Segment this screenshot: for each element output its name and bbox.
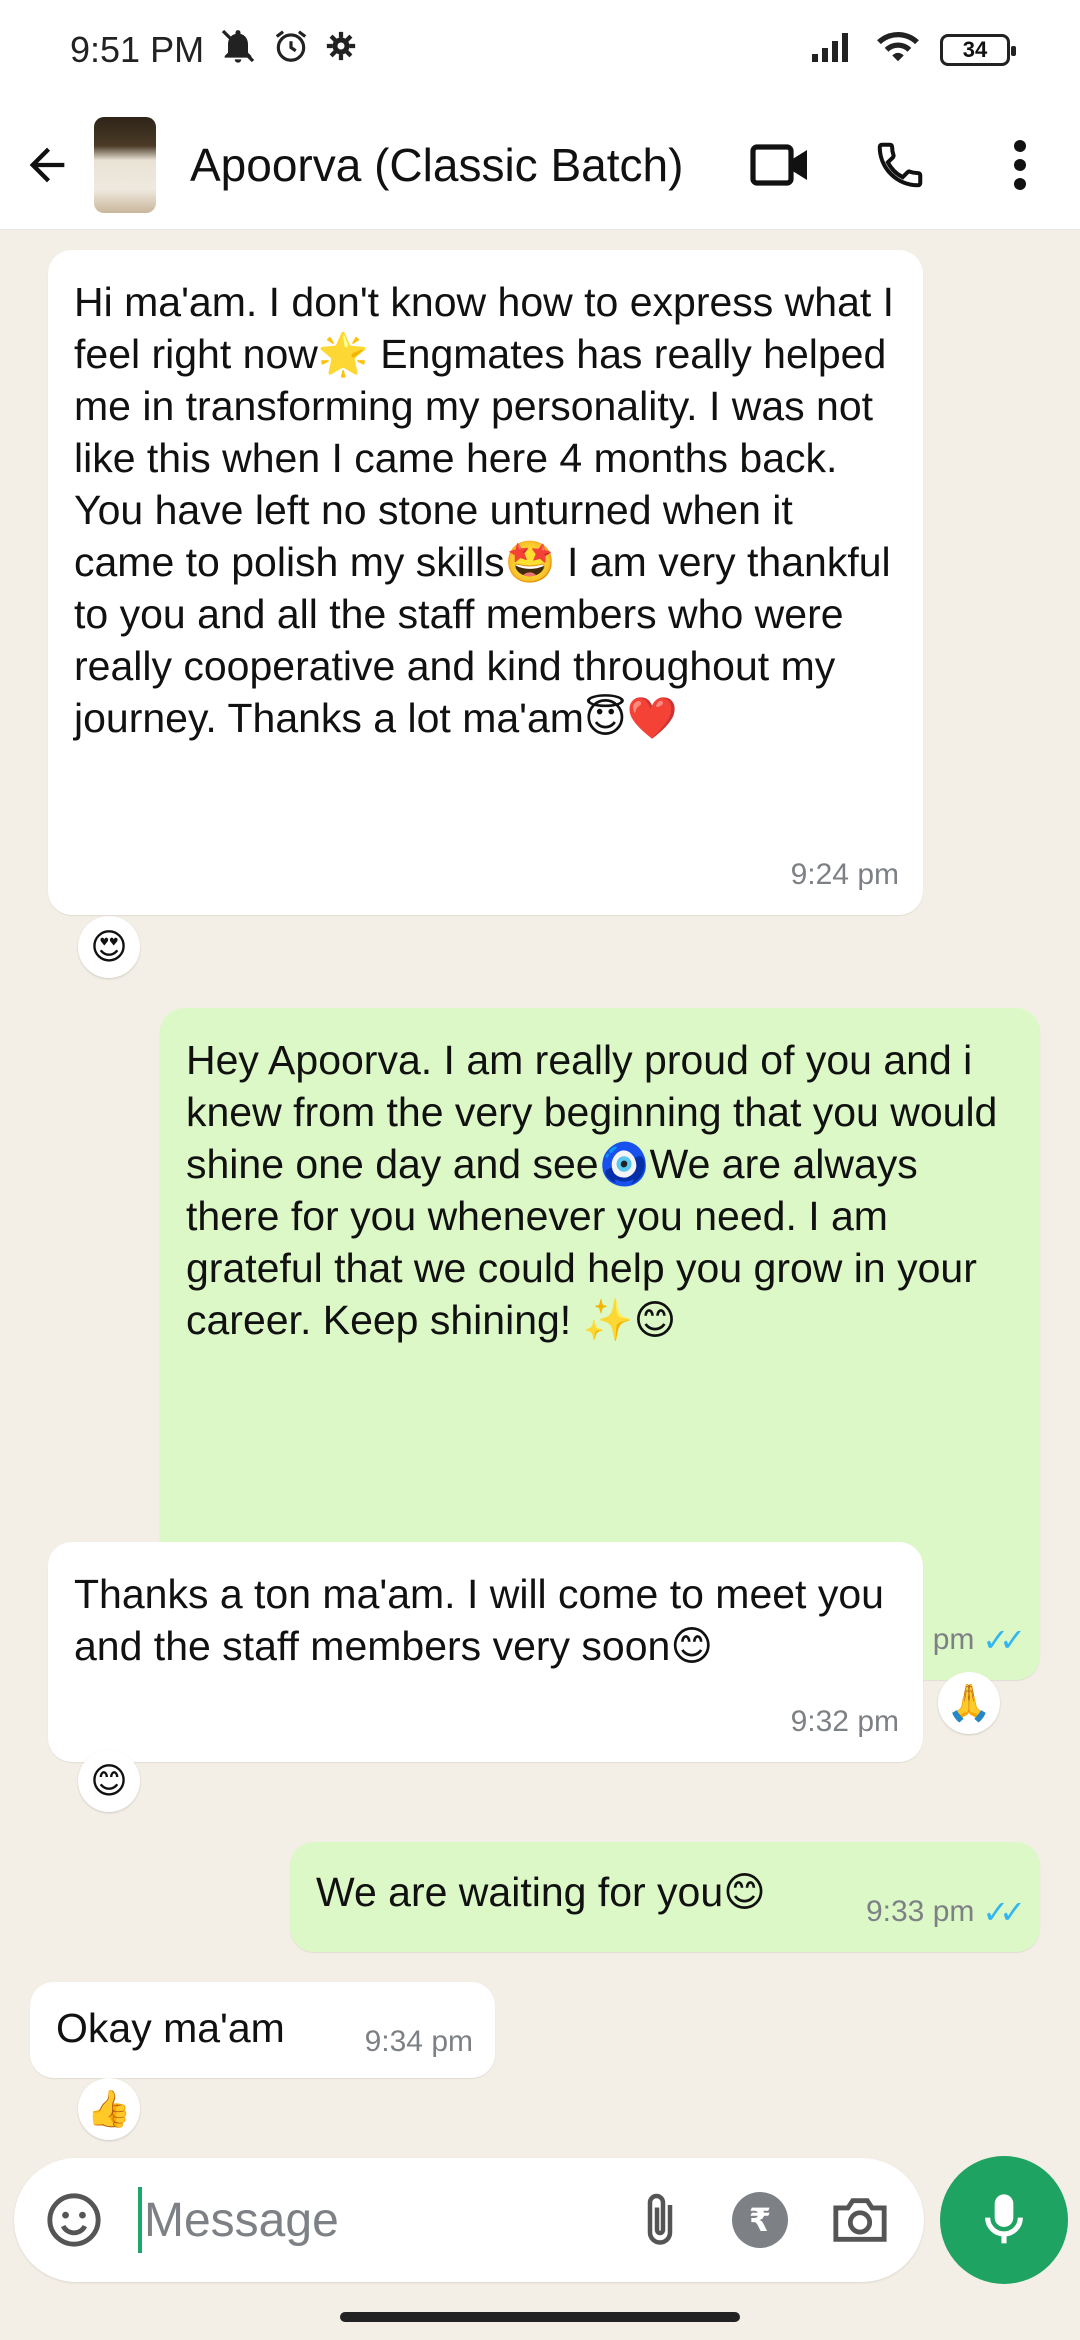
- message-outgoing[interactable]: We are waiting for you😊 9:33 pm ✓✓: [290, 1842, 1040, 1952]
- attach-button[interactable]: [610, 2158, 710, 2282]
- more-vertical-icon: [1014, 139, 1026, 190]
- message-reaction[interactable]: 😍: [78, 916, 140, 978]
- message-reaction[interactable]: 👍: [78, 2078, 140, 2140]
- message-incoming[interactable]: Thanks a ton ma'am. I will come to meet …: [48, 1542, 923, 1762]
- back-button[interactable]: [2, 100, 92, 230]
- message-incoming[interactable]: Okay ma'am 9:34 pm: [30, 1982, 495, 2078]
- gear-icon: [324, 29, 358, 72]
- video-camera-icon: [750, 143, 807, 186]
- voice-call-button[interactable]: [840, 100, 960, 230]
- avatar[interactable]: [92, 100, 158, 230]
- smiley-icon: [47, 2193, 101, 2247]
- home-indicator[interactable]: [340, 2312, 740, 2322]
- alarm-icon: [272, 27, 310, 74]
- message-incoming[interactable]: Hi ma'am. I don't know how to express wh…: [48, 250, 923, 915]
- signal-icon: [810, 28, 856, 73]
- payment-button[interactable]: ₹: [710, 2158, 810, 2282]
- status-bar: 9:51 PM 34: [0, 0, 1080, 100]
- camera-button[interactable]: [810, 2158, 910, 2282]
- message-reaction[interactable]: 🙏: [938, 1672, 1000, 1734]
- video-call-button[interactable]: [720, 100, 840, 230]
- chat-header: Apoorva (Classic Batch): [0, 100, 1080, 230]
- rupee-icon: ₹: [732, 2192, 788, 2248]
- message-time: 9:34 pm: [364, 2025, 473, 2058]
- message-input[interactable]: [144, 2192, 564, 2248]
- voice-message-button[interactable]: [940, 2156, 1068, 2284]
- status-time: 9:51 PM: [70, 29, 205, 70]
- read-receipt-icon: ✓✓: [982, 1894, 1026, 1930]
- message-text: Hey Apoorva. I am really proud of you an…: [186, 1037, 998, 1343]
- arrow-left-icon: [29, 147, 65, 182]
- more-options-button[interactable]: [960, 100, 1080, 230]
- message-time: 9:33 pm: [865, 1895, 975, 1928]
- text-cursor: [138, 2187, 142, 2253]
- message-time: 9:32 pm: [790, 1705, 899, 1738]
- battery-icon: 34: [940, 34, 1016, 66]
- camera-icon: [833, 2198, 887, 2242]
- microphone-icon: [985, 2194, 1023, 2244]
- emoji-button[interactable]: [14, 2158, 134, 2282]
- message-reaction[interactable]: 😊: [78, 1750, 140, 1812]
- paperclip-icon: [647, 2193, 673, 2245]
- read-receipt-icon: ✓✓: [982, 1622, 1026, 1658]
- contact-name[interactable]: Apoorva (Classic Batch): [190, 138, 683, 192]
- wifi-icon: [874, 27, 922, 74]
- message-compose-bar: ₹: [14, 2158, 924, 2282]
- avatar-image: [94, 116, 156, 213]
- message-text: Thanks a ton ma'am. I will come to meet …: [74, 1571, 884, 1669]
- chat-messages[interactable]: Hi ma'am. I don't know how to express wh…: [0, 230, 1080, 2160]
- message-text: Hi ma'am. I don't know how to express wh…: [74, 279, 895, 741]
- bell-off-icon: [218, 26, 258, 75]
- message-time: 9:24 pm: [790, 858, 899, 891]
- phone-icon: [877, 142, 923, 187]
